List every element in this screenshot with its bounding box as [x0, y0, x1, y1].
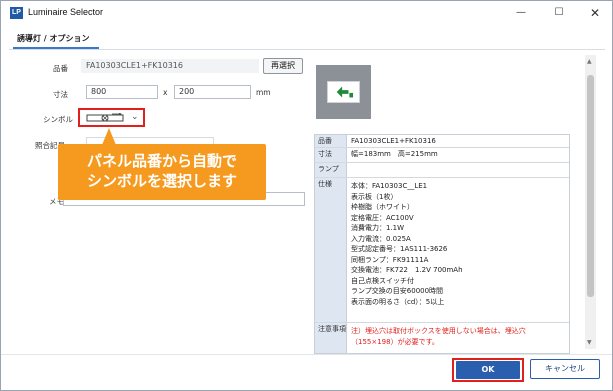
spec-line: 表示面の明るさ（cd）：5以上: [351, 297, 445, 306]
vertical-scrollbar[interactable]: ▲ ▼: [585, 55, 596, 349]
close-button[interactable]: ✕: [577, 1, 613, 25]
spec-line: 定格電圧：AC100V: [351, 213, 414, 222]
ok-button[interactable]: OK: [456, 361, 520, 379]
exit-arrow-icon: [336, 86, 354, 98]
spec-row-lamp: ランプ: [315, 163, 569, 178]
scroll-up-icon[interactable]: ▲: [587, 58, 592, 65]
tab-divider: [9, 49, 605, 50]
spec-val-specifications: 本体：FA10303C__LE1 表示板（1枚） 枠樹脂（ホワイト） 定格電圧：…: [351, 181, 463, 307]
callout-line-2: シンボルを選択します: [86, 172, 237, 190]
callout-box: パネル品番から自動で シンボルを選択します: [58, 144, 266, 200]
minimize-button[interactable]: —: [503, 1, 539, 25]
symbol-label: シンボル: [43, 115, 73, 124]
luminaire-preview-image: [316, 65, 371, 119]
exit-sign-image: [327, 81, 360, 103]
app-logo-icon: LP: [10, 7, 23, 19]
spec-val-part-no: FA10303CLE1+FK10316: [351, 137, 436, 145]
spec-line: 同梱ランプ：FK91111A: [351, 255, 429, 264]
size-label: 寸法: [53, 90, 68, 99]
spec-row-size: 寸法 幅=183mm 高=215mm: [315, 148, 569, 163]
spec-line: 枠樹脂（ホワイト）: [351, 203, 414, 211]
spec-line: 交換電池：FK722 1.2V 700mAh: [351, 266, 463, 274]
callout-pointer: [102, 128, 116, 145]
note-line: 注）埋込穴は取付ボックスを使用しない場合は、埋込穴: [351, 327, 526, 335]
spec-key-specifications: 仕様: [315, 178, 347, 322]
callout-line-1: パネル品番から自動で: [86, 152, 237, 170]
unit-label: mm: [256, 88, 271, 97]
spec-line: 入力電流：0.025A: [351, 234, 411, 243]
window-title: Luminaire Selector: [28, 7, 104, 17]
spec-key-notes: 注意事項: [315, 323, 347, 353]
times-sign: x: [163, 88, 168, 97]
spec-val-notes: 注）埋込穴は取付ボックスを使用しない場合は、埋込穴 （155×198）が必要です…: [351, 326, 526, 347]
exit-light-symbol-icon: [86, 113, 124, 122]
spec-line: 表示板（1枚）: [351, 192, 398, 201]
height-input[interactable]: 200: [174, 85, 251, 99]
part-no-label: 品番: [53, 64, 68, 73]
spec-line: 消費電力：1.1W: [351, 224, 405, 232]
reselect-button[interactable]: 再選択: [263, 58, 303, 74]
scrollbar-thumb[interactable]: [587, 75, 594, 297]
spec-val-size: 幅=183mm 高=215mm: [351, 150, 438, 158]
scroll-down-icon[interactable]: ▼: [587, 339, 592, 346]
maximize-button[interactable]: ☐: [541, 1, 577, 25]
luminaire-selector-window: LP Luminaire Selector — ☐ ✕ 誘導灯 / オプション …: [0, 0, 613, 391]
spec-row-notes: 注意事項 注）埋込穴は取付ボックスを使用しない場合は、埋込穴 （155×198）…: [315, 323, 569, 353]
spec-line: ランプ交換の目安60000時間: [351, 287, 444, 295]
note-line: （155×198）が必要です。: [351, 337, 439, 346]
spec-table: 品番 FA10303CLE1+FK10316 寸法 幅=183mm 高=215m…: [314, 134, 570, 354]
footer-divider: [1, 354, 612, 355]
spec-key-part-no: 品番: [315, 135, 347, 147]
spec-line: 自己点検スイッチ付: [351, 276, 414, 285]
spec-key-size: 寸法: [315, 148, 347, 162]
cancel-button[interactable]: キャンセル: [530, 359, 600, 379]
width-input[interactable]: 800: [86, 85, 158, 99]
title-bar: LP Luminaire Selector — ☐ ✕: [1, 1, 612, 27]
spec-key-lamp: ランプ: [315, 163, 347, 177]
symbol-select[interactable]: ⌄: [78, 108, 145, 127]
spec-line: 型式認定番号：1AS111-3626: [351, 245, 448, 253]
chevron-down-icon: ⌄: [131, 112, 139, 122]
spec-row-specifications: 仕様 本体：FA10303C__LE1 表示板（1枚） 枠樹脂（ホワイト） 定格…: [315, 178, 569, 323]
spec-row-part-no: 品番 FA10303CLE1+FK10316: [315, 135, 569, 148]
part-no-field: FA10303CLE1+FK10316: [81, 59, 259, 73]
spec-line: 本体：FA10303C__LE1: [351, 182, 428, 190]
